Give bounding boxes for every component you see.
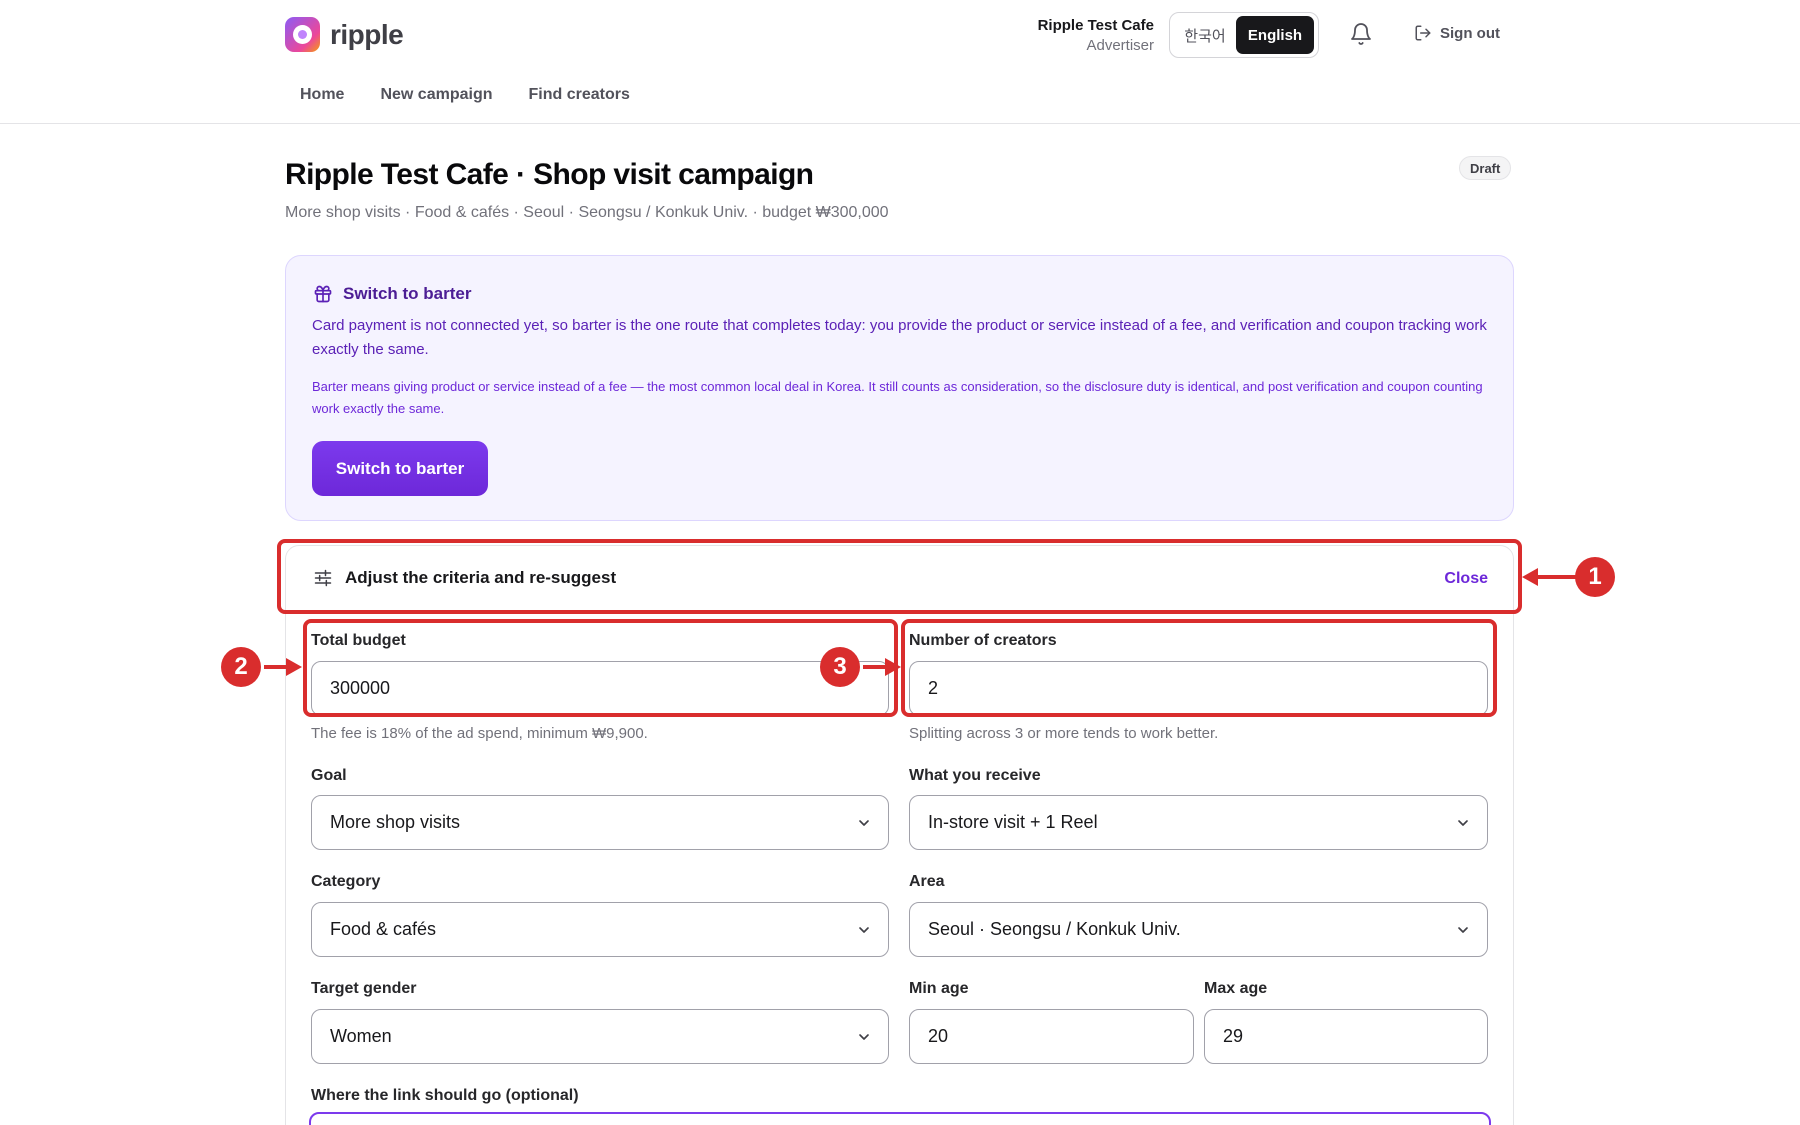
barter-panel: Switch to barter Card payment is not con… <box>285 255 1514 521</box>
min-age-value: 20 <box>928 1026 949 1046</box>
gender-label: Target gender <box>311 980 417 997</box>
annotation-marker-2: 2 <box>221 647 261 687</box>
creators-hint: Splitting across 3 or more tends to work… <box>909 725 1219 742</box>
min-age-input[interactable]: 20 <box>909 1009 1194 1064</box>
page-subtitle: More shop visits · Food & cafés · Seoul … <box>285 204 889 221</box>
max-age-label: Max age <box>1204 980 1268 997</box>
language-korean-button[interactable]: 한국어 <box>1174 16 1236 54</box>
annotation-marker-3: 3 <box>820 647 860 687</box>
max-age-input[interactable]: 29 <box>1204 1009 1488 1064</box>
nav-new-campaign[interactable]: New campaign <box>380 86 492 104</box>
barter-heading: Switch to barter <box>313 284 471 304</box>
category-select[interactable]: Food & cafés <box>311 902 889 957</box>
user-info: Ripple Test Cafe Advertiser <box>1038 17 1154 54</box>
language-toggle: 한국어 English <box>1169 12 1319 58</box>
page-title: Ripple Test Cafe · Shop visit campaign <box>285 158 814 191</box>
chevron-down-icon <box>1458 820 1468 826</box>
annotation-box-2 <box>303 619 898 717</box>
link-label: Where the link should go (optional) <box>311 1087 579 1104</box>
area-select[interactable]: Seoul · Seongsu / Konkuk Univ. <box>909 902 1488 957</box>
receive-select[interactable]: In-store visit + 1 Reel <box>909 795 1488 850</box>
gender-value: Women <box>330 1026 392 1046</box>
user-name: Ripple Test Cafe <box>1037 17 1154 34</box>
chevron-down-icon <box>1458 927 1468 933</box>
switch-to-barter-button[interactable]: Switch to barter <box>312 441 488 496</box>
receive-value: In-store visit + 1 Reel <box>928 812 1098 832</box>
barter-description: Card payment is not connected yet, so ba… <box>312 317 1487 358</box>
chevron-down-icon <box>859 820 869 826</box>
app-name: ripple <box>330 18 404 50</box>
barter-explanation: Barter means giving product or service i… <box>312 379 1483 416</box>
receive-label: What you receive <box>909 767 1041 784</box>
annotation-box-3 <box>901 619 1497 717</box>
nav-find-creators[interactable]: Find creators <box>528 86 629 104</box>
min-age-label: Min age <box>909 980 969 997</box>
total-budget-hint: The fee is 18% of the ad spend, minimum … <box>311 725 648 742</box>
gender-select[interactable]: Women <box>311 1009 889 1064</box>
gift-icon <box>314 285 332 303</box>
link-input[interactable] <box>309 1112 1491 1125</box>
language-english-button[interactable]: English <box>1236 16 1314 54</box>
nav-home[interactable]: Home <box>300 86 344 104</box>
annotation-arrow-2 <box>264 658 302 676</box>
area-label: Area <box>909 873 945 890</box>
annotation-box-1 <box>277 539 1522 614</box>
status-badge: Draft <box>1459 156 1512 180</box>
chevron-down-icon <box>859 1034 869 1040</box>
area-value: Seoul · Seongsu / Konkuk Univ. <box>928 919 1181 939</box>
user-role: Advertiser <box>1086 37 1154 54</box>
sign-out-icon <box>1415 25 1431 41</box>
notification-bell-icon[interactable] <box>1349 22 1373 46</box>
app-logo[interactable]: ripple <box>285 17 404 52</box>
category-label: Category <box>311 873 381 890</box>
top-bar: ripple Ripple Test Cafe Advertiser 한국어 E… <box>0 0 1800 124</box>
goal-label: Goal <box>311 767 347 784</box>
goal-value: More shop visits <box>330 812 461 832</box>
barter-title: Switch to barter <box>343 284 472 303</box>
main-nav: Home New campaign Find creators <box>300 86 630 104</box>
annotation-arrow-1 <box>1522 568 1580 586</box>
annotation-marker-1: 1 <box>1575 557 1615 597</box>
sign-out-label: Sign out <box>1440 24 1500 42</box>
sign-out-button[interactable]: Sign out <box>1414 24 1500 42</box>
category-value: Food & cafés <box>330 919 437 939</box>
max-age-value: 29 <box>1223 1026 1244 1046</box>
chevron-down-icon <box>859 927 869 933</box>
goal-select[interactable]: More shop visits <box>311 795 889 850</box>
ripple-logo-icon <box>285 17 320 52</box>
annotation-arrow-3 <box>863 658 901 676</box>
